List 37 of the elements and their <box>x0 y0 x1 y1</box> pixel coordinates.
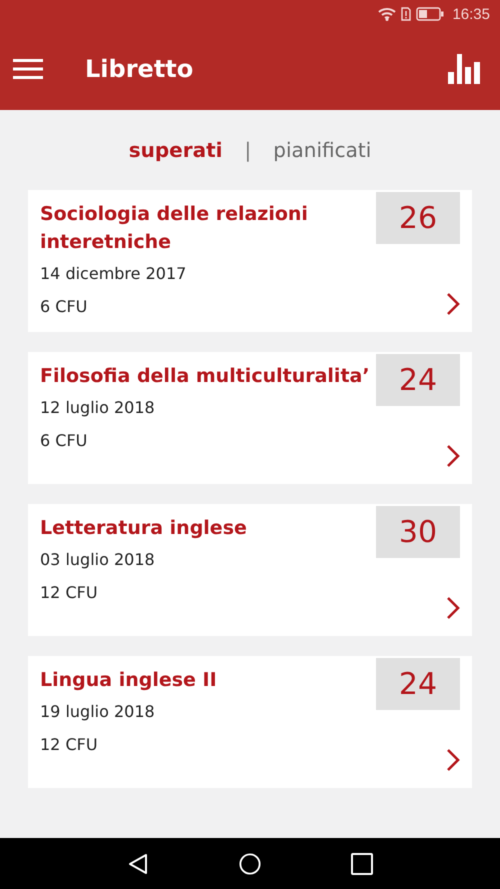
exam-card[interactable]: Filosofia della multiculturalita’ 12 luglio 2018 6 CFU 24 <box>28 352 472 484</box>
grade-badge: 24 <box>376 658 460 710</box>
chevron-right-icon[interactable] <box>446 748 460 772</box>
exam-card[interactable]: Letteratura inglese 03 luglio 2018 12 CFU 30 <box>28 504 472 636</box>
exam-date: 12 luglio 2018 <box>40 398 156 417</box>
exam-date: 14 dicembre 2017 <box>40 264 188 283</box>
chevron-right-icon[interactable] <box>446 292 460 316</box>
home-button[interactable] <box>239 852 261 874</box>
recent-apps-button[interactable] <box>351 852 373 874</box>
exam-credits: 12 CFU <box>40 735 99 754</box>
bar-chart-button[interactable] <box>448 54 480 84</box>
battery-icon <box>416 7 444 21</box>
chevron-right-icon[interactable] <box>446 444 460 468</box>
exam-name: Filosofia della multiculturalita’ <box>40 364 371 389</box>
tab[interactable]: pianificati <box>273 138 372 162</box>
exam-credits: 6 CFU <box>40 431 88 450</box>
grade-badge: 30 <box>376 506 460 558</box>
clock-time: 16:35 <box>452 6 490 22</box>
grade-badge: 26 <box>376 192 460 244</box>
grade-badge: 24 <box>376 354 460 406</box>
tab[interactable]: superati <box>128 138 223 162</box>
tab-separator: | <box>244 138 252 162</box>
exam-date: 03 luglio 2018 <box>40 550 156 569</box>
exam-card[interactable]: Sociologia delle relazioni interetniche 14 dicembre 2017 6 CFU 26 <box>28 190 472 332</box>
exam-name: Letteratura inglese <box>40 516 248 541</box>
screen-title: Libretto <box>85 55 194 83</box>
menu-button[interactable] <box>13 59 43 79</box>
back-button[interactable] <box>127 852 149 874</box>
exam-date: 19 luglio 2018 <box>40 702 156 721</box>
wifi-icon <box>378 7 396 21</box>
exam-name: Lingua inglese II <box>40 668 218 693</box>
sim-alert-icon <box>401 7 412 21</box>
exam-card[interactable]: Lingua inglese II 19 luglio 2018 12 CFU 24 <box>28 656 472 788</box>
exam-credits: 12 CFU <box>40 583 99 602</box>
exam-credits: 6 CFU <box>40 297 88 316</box>
chevron-right-icon[interactable] <box>446 596 460 620</box>
exam-name: Sociologia delle relazioni interetniche <box>40 202 309 255</box>
